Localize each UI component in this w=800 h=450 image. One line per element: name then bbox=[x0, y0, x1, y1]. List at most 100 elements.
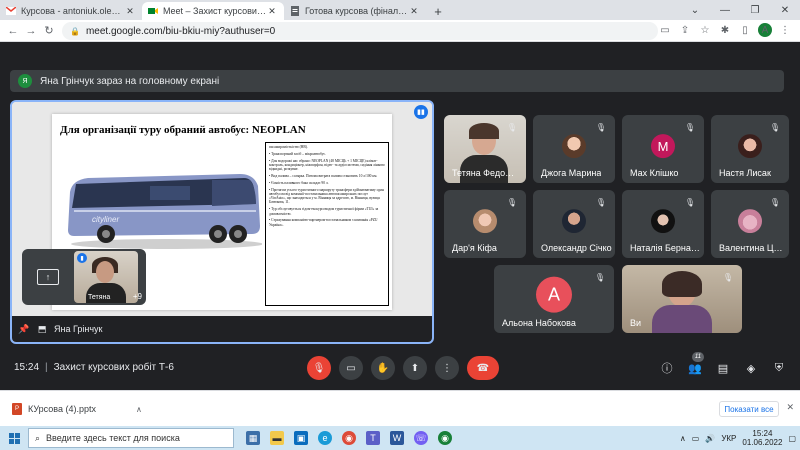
notifications-icon[interactable]: ▢ bbox=[788, 434, 796, 443]
store-icon[interactable]: ▣ bbox=[294, 431, 308, 445]
participant-tile[interactable]: 🎙 Дар'я Кіфа bbox=[444, 190, 526, 258]
teams-icon[interactable]: T bbox=[366, 431, 380, 445]
chat-icon[interactable]: ▤ bbox=[716, 362, 730, 375]
star-icon[interactable]: ☆ bbox=[698, 25, 712, 36]
people-icon[interactable]: 👥 11 bbox=[688, 351, 704, 375]
chevron-down-icon[interactable]: ⌄ bbox=[680, 0, 710, 20]
stop-presenting-area[interactable]: ↑ bbox=[22, 249, 74, 305]
participant-tile-self[interactable]: 🎙 Ви bbox=[622, 265, 742, 333]
viber-icon[interactable]: ☏ bbox=[414, 431, 428, 445]
file-explorer-icon[interactable]: ▬ bbox=[270, 431, 284, 445]
sidebar-icon[interactable]: ▯ bbox=[738, 25, 752, 36]
chevron-up-icon[interactable]: ∧ bbox=[680, 434, 686, 443]
word-icon[interactable]: W bbox=[390, 431, 404, 445]
search-icon: ⌕ bbox=[35, 432, 41, 443]
download-filename: КУрсова (4).pptx bbox=[28, 404, 96, 414]
share-icon[interactable]: ⇪ bbox=[678, 25, 692, 36]
participant-name: Ви bbox=[630, 318, 642, 328]
slide-bullet: • Вид палива – солярка. Питома витрата п… bbox=[269, 173, 378, 178]
tab-title: Meet – Захист курсових робі bbox=[163, 6, 266, 16]
close-icon[interactable]: ✕ bbox=[124, 6, 136, 17]
participant-tile[interactable]: 🎙 Олександр Січко bbox=[533, 190, 615, 258]
chrome-profile-icon[interactable]: ◉ bbox=[438, 431, 452, 445]
slide-text-box: пасажиромісткістю (HB). • Транспортний з… bbox=[265, 142, 389, 306]
forward-icon[interactable]: → bbox=[22, 25, 40, 37]
maximize-icon[interactable]: ❐ bbox=[740, 0, 770, 20]
menu-icon[interactable]: ⋮ bbox=[778, 25, 792, 36]
close-icon[interactable]: ✕ bbox=[266, 6, 278, 17]
page-icon bbox=[290, 6, 300, 16]
leave-call-button[interactable]: ☎ bbox=[467, 356, 499, 380]
participant-avatar: A bbox=[536, 276, 572, 313]
mic-off-icon: 🎙 bbox=[506, 122, 518, 132]
close-window-icon[interactable]: ✕ bbox=[770, 0, 800, 20]
back-icon[interactable]: ← bbox=[4, 25, 22, 37]
network-icon[interactable]: ▭ bbox=[692, 434, 700, 443]
presenting-text: Яна Грінчук зараз на головному екрані bbox=[40, 75, 220, 87]
task-view-icon[interactable]: ▦ bbox=[246, 431, 260, 445]
participant-tile[interactable]: 🎙 Джога Марина bbox=[533, 115, 615, 183]
self-preview[interactable]: ↑ Тетяна ▮ +9 bbox=[22, 249, 146, 305]
participant-tile[interactable]: 🎙 Тетяна Федосенко bbox=[444, 115, 526, 183]
mic-off-icon: 🎙 bbox=[595, 122, 607, 132]
url-field[interactable]: 🔒 meet.google.com/biu-bkiu-miy?authuser=… bbox=[62, 22, 658, 40]
slide-title: Для організації туру обраний автобус: NE… bbox=[60, 124, 306, 136]
download-item[interactable]: P КУрсова (4).pptx ∧ bbox=[12, 403, 142, 415]
presenter-avatar: Я bbox=[18, 74, 32, 88]
participant-photo bbox=[562, 209, 586, 234]
mic-off-icon: 🎙 bbox=[722, 272, 734, 282]
meeting-controls: 15:24 | Захист курсових робіт Т-6 🎙 ▭ ✋ … bbox=[0, 346, 800, 390]
close-icon[interactable]: ✕ bbox=[786, 402, 794, 413]
mic-off-icon: 🎙 bbox=[769, 197, 781, 207]
tab-docs[interactable]: Готова курсова (фінальний вар ✕ bbox=[284, 2, 426, 20]
browser-tab-bar: Курсова - antoniuk.olena@vtec. ✕ Meet – … bbox=[0, 0, 800, 20]
chevron-up-icon[interactable]: ∧ bbox=[136, 405, 142, 414]
chrome-icon[interactable]: ◉ bbox=[342, 431, 356, 445]
participant-tile[interactable]: 🎙 Наталія Бернадська bbox=[622, 190, 704, 258]
reload-icon[interactable]: ↻ bbox=[40, 24, 58, 37]
profile-avatar[interactable]: A bbox=[758, 23, 772, 37]
participant-tile[interactable]: M 🎙 Мах Клішко bbox=[622, 115, 704, 183]
present-button[interactable]: ⬆ bbox=[403, 356, 427, 380]
presentation-tile[interactable]: Для організації туру обраний автобус: NE… bbox=[10, 100, 434, 344]
raise-hand-button[interactable]: ✋ bbox=[371, 356, 395, 380]
new-tab-button[interactable]: + bbox=[429, 2, 447, 20]
clock[interactable]: 15:24 01.06.2022 bbox=[742, 429, 782, 447]
taskbar-search[interactable]: ⌕ Введите здесь текст для поиска bbox=[28, 428, 234, 448]
info-icon[interactable]: ⓘ bbox=[660, 360, 674, 376]
more-options-button[interactable]: ⋮ bbox=[435, 356, 459, 380]
clock-date: 01.06.2022 bbox=[742, 438, 783, 447]
pin-icon[interactable]: 📌 bbox=[18, 324, 30, 335]
meet-icon bbox=[148, 6, 158, 16]
minimize-icon[interactable]: — bbox=[710, 0, 740, 20]
slide-bullet: • Тур обслуговується гідом-екскурсоводом… bbox=[269, 207, 379, 216]
participant-name: Альона Набокова bbox=[502, 318, 576, 328]
tab-meet[interactable]: Meet – Захист курсових робі ✕ bbox=[142, 2, 284, 20]
mic-toggle-button[interactable]: 🎙 bbox=[307, 356, 331, 380]
volume-icon[interactable]: 🔊 bbox=[705, 434, 715, 443]
participant-tile[interactable]: 🎙 Настя Лисак bbox=[711, 115, 789, 183]
participant-photo bbox=[562, 134, 586, 159]
edge-icon[interactable]: e bbox=[318, 431, 332, 445]
camera-toggle-button[interactable]: ▭ bbox=[339, 356, 363, 380]
url-text: meet.google.com/biu-bkiu-miy?authuser=0 bbox=[85, 25, 276, 37]
participant-name: Настя Лисак bbox=[719, 168, 771, 178]
meeting-info: 15:24 | Захист курсових робіт Т-6 bbox=[14, 362, 174, 373]
tab-gmail[interactable]: Курсова - antoniuk.olena@vtec. ✕ bbox=[0, 2, 142, 20]
mic-off-icon: 🎙 bbox=[595, 197, 607, 207]
bus-image: cityliner bbox=[68, 174, 262, 249]
camera-icon[interactable]: ▭ bbox=[658, 25, 672, 36]
tab-title: Готова курсова (фінальний вар bbox=[305, 6, 408, 16]
input-language[interactable]: УКР bbox=[721, 434, 736, 443]
participant-tile[interactable]: 🎙 Валентина Цимбалюк bbox=[711, 190, 789, 258]
presenter-name: Яна Грінчук bbox=[54, 324, 103, 334]
extensions-icon[interactable]: ✱ bbox=[718, 25, 732, 36]
participant-name: Мах Клішко bbox=[630, 168, 679, 178]
slide-bullet: • Протягом усього туристичного маршруту … bbox=[269, 187, 384, 205]
activities-icon[interactable]: ◈ bbox=[744, 362, 758, 375]
participant-tile[interactable]: A 🎙 Альона Набокова bbox=[494, 265, 614, 333]
start-button[interactable] bbox=[0, 426, 28, 450]
host-controls-icon[interactable]: ⛨ bbox=[772, 362, 786, 375]
close-icon[interactable]: ✕ bbox=[408, 6, 420, 17]
show-all-button[interactable]: Показати все bbox=[719, 401, 779, 417]
